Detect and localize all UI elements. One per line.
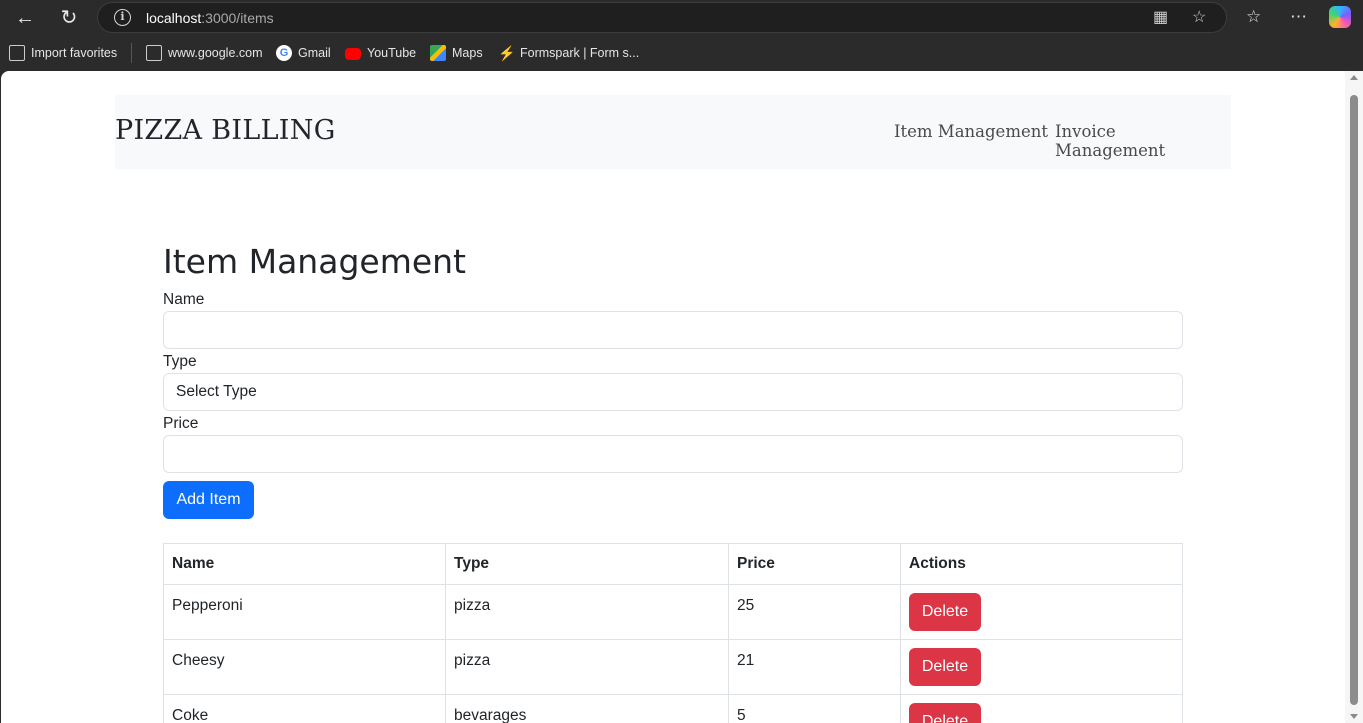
brand-title[interactable]: PIZZA BILLING <box>115 115 336 146</box>
item-price-cell: 25 <box>728 584 901 640</box>
type-label: Type <box>163 353 197 370</box>
navbar: PIZZA BILLING Item Management Invoice Ma… <box>115 95 1231 169</box>
table-header-row: Name Type Price Actions <box>163 543 1183 585</box>
site-info-icon[interactable]: i <box>114 9 131 26</box>
nav-link-item-management[interactable]: Item Management <box>894 122 1048 141</box>
delete-button[interactable]: Delete <box>909 703 981 723</box>
bookmark-label: YouTube <box>367 46 417 60</box>
bookmark-label: www.google.com <box>168 46 263 60</box>
column-header-name: Name <box>163 543 446 585</box>
bookmark-import-favorites[interactable]: Import favorites <box>9 44 117 62</box>
more-menu-icon[interactable]: ⋯ <box>1290 6 1307 28</box>
bookmark-google[interactable]: www.google.com <box>146 44 263 62</box>
bookmark-label: Maps <box>452 46 483 60</box>
item-actions-cell: Delete <box>900 694 1183 723</box>
item-price-cell: 5 <box>728 694 901 723</box>
favorite-star-icon[interactable]: ☆ <box>1192 8 1206 28</box>
bookmark-label: Import favorites <box>31 46 118 60</box>
youtube-icon <box>345 48 361 60</box>
bookmark-label: Gmail <box>298 46 331 60</box>
favorites-list-icon[interactable]: ☆ <box>1246 6 1261 28</box>
back-arrow-icon[interactable]: ← <box>10 5 40 31</box>
google-icon: G <box>276 45 292 61</box>
bookmarks-divider <box>131 43 132 63</box>
column-header-actions: Actions <box>900 543 1183 585</box>
bookmark-formspark[interactable]: ⚡ Formspark | Form s... <box>498 44 639 62</box>
bookmark-youtube[interactable]: YouTube <box>345 44 416 62</box>
delete-button[interactable]: Delete <box>909 648 981 686</box>
name-label: Name <box>163 291 205 308</box>
table-row: Cheesy pizza 21 Delete <box>163 639 1183 695</box>
table-row: Pepperoni pizza 25 Delete <box>163 584 1183 640</box>
item-type-cell: bevarages <box>445 694 729 723</box>
nav-link-invoice-management[interactable]: Invoice Management <box>1055 122 1231 160</box>
import-icon <box>9 45 25 61</box>
item-name-cell: Coke <box>163 694 446 723</box>
bookmark-maps[interactable]: Maps <box>430 44 483 62</box>
browser-toolbar: ← ↻ i localhost:3000/items ▦ ☆ ☆ ⋯ <box>0 0 1363 36</box>
vertical-scrollbar[interactable] <box>1345 71 1363 723</box>
item-actions-cell: Delete <box>900 639 1183 695</box>
price-input[interactable] <box>163 435 1183 473</box>
copilot-icon[interactable] <box>1329 6 1351 28</box>
page-title: Item Management <box>163 242 466 281</box>
type-select[interactable]: Select Type <box>163 373 1183 411</box>
column-header-type: Type <box>445 543 729 585</box>
scroll-thumb[interactable] <box>1350 95 1358 705</box>
item-actions-cell: Delete <box>900 584 1183 640</box>
address-bar[interactable]: i localhost:3000/items ▦ ☆ <box>97 2 1227 33</box>
item-name-cell: Pepperoni <box>163 584 446 640</box>
name-input[interactable] <box>163 311 1183 349</box>
item-type-cell: pizza <box>445 584 729 640</box>
item-name-cell: Cheesy <box>163 639 446 695</box>
page-icon <box>146 45 162 61</box>
lightning-icon: ⚡ <box>498 45 516 61</box>
url-text[interactable]: localhost:3000/items <box>146 10 274 26</box>
scroll-up-arrow-icon[interactable] <box>1350 75 1358 80</box>
add-item-button[interactable]: Add Item <box>163 481 254 519</box>
delete-button[interactable]: Delete <box>909 593 981 631</box>
refresh-icon[interactable]: ↻ <box>54 5 84 31</box>
scroll-down-arrow-icon[interactable] <box>1350 714 1358 719</box>
table-row: Coke bevarages 5 Delete <box>163 694 1183 723</box>
item-type-cell: pizza <box>445 639 729 695</box>
page-viewport: PIZZA BILLING Item Management Invoice Ma… <box>1 71 1345 723</box>
item-price-cell: 21 <box>728 639 901 695</box>
items-table: Name Type Price Actions Pepperoni pizza … <box>163 543 1183 723</box>
app-available-icon[interactable]: ▦ <box>1153 8 1168 28</box>
bookmarks-bar: Import favorites www.google.com G Gmail … <box>0 36 1363 70</box>
bookmark-label: Formspark | Form s... <box>520 46 640 60</box>
price-label: Price <box>163 415 199 432</box>
column-header-price: Price <box>728 543 901 585</box>
maps-icon <box>430 45 446 61</box>
bookmark-gmail[interactable]: G Gmail <box>276 44 331 62</box>
